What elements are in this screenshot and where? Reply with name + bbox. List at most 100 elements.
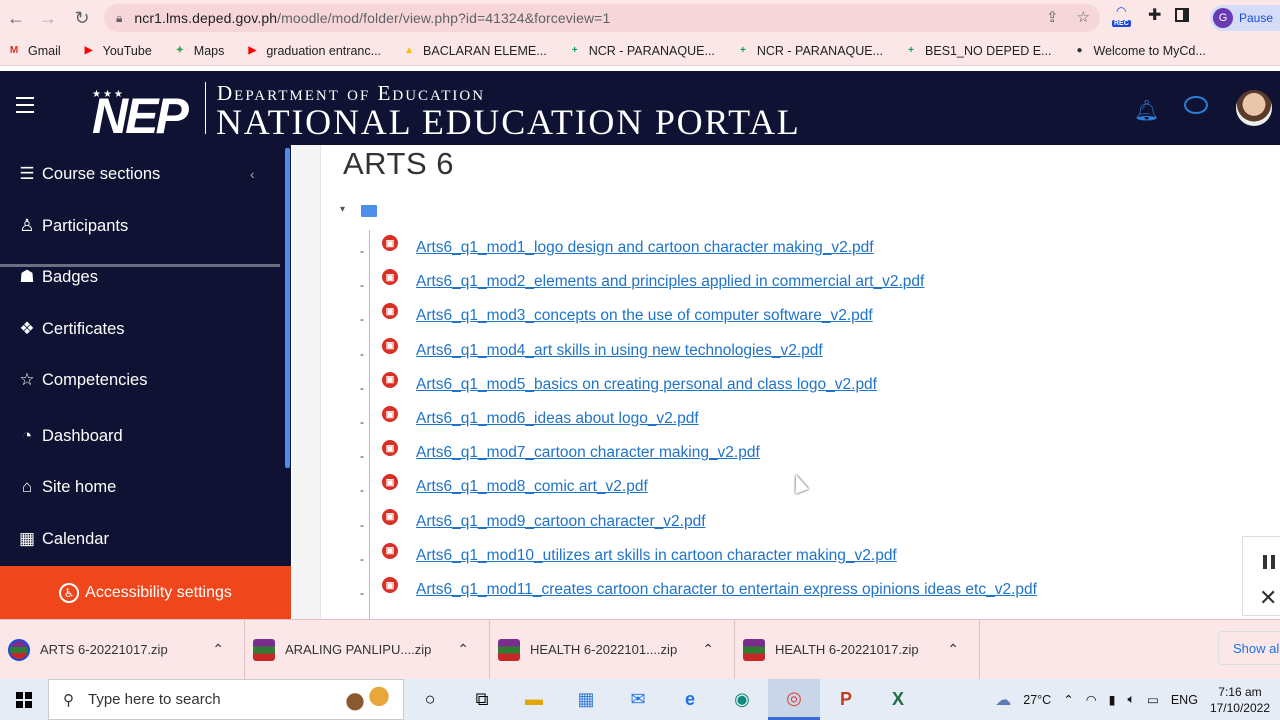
- sidebar-item-badges[interactable]: ☗ Badges: [16, 267, 98, 287]
- file-link[interactable]: Arts6_q1_mod3_concepts on the use of com…: [416, 307, 873, 325]
- powerpoint-icon[interactable]: P: [820, 679, 872, 720]
- sheets-icon: +: [908, 45, 914, 56]
- messages-chat-icon[interactable]: [1184, 96, 1208, 114]
- bookmark-item[interactable]: ● Welcome to MyCd...: [1071, 43, 1205, 59]
- sidebar-item-course-sections[interactable]: ☰ Course sections: [16, 164, 160, 184]
- collapse-sidebar-icon[interactable]: ‹: [250, 166, 255, 182]
- volume-icon[interactable]: 🔈︎: [1128, 692, 1136, 707]
- sidebar-item-dashboard[interactable]: ◔ Dashboard: [16, 426, 123, 446]
- network-icon[interactable]: ▭: [1147, 692, 1159, 707]
- pause-icon[interactable]: [1263, 555, 1275, 569]
- bookmark-item[interactable]: ▶ graduation entranc...: [244, 43, 382, 59]
- bookmark-star-icon[interactable]: ☆: [1077, 8, 1090, 26]
- file-link[interactable]: Arts6_q1_mod7_cartoon character making_v…: [416, 444, 760, 462]
- file-link[interactable]: Arts6_q1_mod1_logo design and cartoon ch…: [416, 239, 874, 257]
- side-panel-icon[interactable]: [1175, 8, 1190, 22]
- sidebar-item-label: Competencies: [42, 370, 148, 389]
- pdf-file-icon[interactable]: ▣: [382, 406, 398, 422]
- bookmark-item[interactable]: ▲ BACLARAN ELEME...: [401, 43, 547, 59]
- pdf-file-icon[interactable]: ▣: [382, 371, 398, 388]
- file-link[interactable]: Arts6_q1_mod5_basics on creating persona…: [416, 376, 877, 394]
- accessibility-settings-button[interactable]: ♿︎ Accessibility settings: [0, 566, 291, 619]
- pdf-file-icon[interactable]: ▣: [382, 508, 398, 525]
- show-hidden-icons-icon[interactable]: ⌃: [1063, 692, 1073, 707]
- download-item[interactable]: ARALING PANLIPU....zip ⌃: [245, 619, 490, 680]
- chrome-icon[interactable]: ◎: [768, 679, 820, 720]
- zip-archive-icon: [253, 638, 275, 661]
- windows-start-icon[interactable]: [0, 679, 48, 720]
- sidebar-item-calendar[interactable]: ▦ Calendar: [16, 529, 109, 549]
- store-icon[interactable]: ▦: [560, 679, 612, 720]
- task-view-icon[interactable]: ⧉: [456, 679, 508, 720]
- bookmark-item[interactable]: + NCR - PARANAQUE...: [735, 43, 883, 59]
- download-item[interactable]: HEALTH 6-2022101....zip ⌃: [490, 619, 735, 680]
- share-icon[interactable]: ⇪: [1046, 8, 1059, 26]
- file-link[interactable]: Arts6_q1_mod11_creates cartoon character…: [416, 581, 1037, 599]
- battery-icon[interactable]: ▮: [1109, 692, 1116, 707]
- pdf-file-icon[interactable]: ▣: [382, 542, 398, 559]
- file-link[interactable]: Arts6_q1_mod2_elements and principles ap…: [416, 273, 924, 291]
- chevron-up-icon[interactable]: ⌃: [702, 641, 714, 658]
- chevron-up-icon[interactable]: ⌃: [457, 641, 469, 658]
- sidebar-item-certificates[interactable]: ❖ Certificates: [16, 319, 124, 339]
- screen-recorder-extension-icon[interactable]: ◠ REC: [1112, 4, 1134, 27]
- user-avatar[interactable]: [1236, 90, 1272, 126]
- bookmark-item[interactable]: + NCR - PARANAQUE...: [567, 43, 715, 59]
- notification-bell-icon[interactable]: 🔔︎: [1134, 98, 1159, 123]
- reload-icon[interactable]: ↻: [66, 0, 98, 36]
- page-title: ARTS 6: [343, 146, 454, 181]
- download-item[interactable]: HEALTH 6-20221017.zip ⌃: [735, 619, 980, 680]
- excel-icon[interactable]: X: [872, 679, 924, 720]
- pdf-file-icon[interactable]: ▣: [382, 235, 398, 251]
- file-row: - ▣ Arts6_q1_mod11_creates cartoon charact…: [360, 577, 1037, 605]
- bookmark-label: YouTube: [102, 43, 152, 58]
- menu-hamburger-icon[interactable]: [16, 97, 34, 118]
- file-link[interactable]: Arts6_q1_mod10_utilizes art skills in ca…: [416, 547, 897, 565]
- sidebar-item-participants[interactable]: ♙ Participants: [16, 216, 128, 236]
- show-all-downloads-button[interactable]: Show all: [1218, 631, 1280, 665]
- sheets-icon: +: [739, 45, 746, 56]
- mail-icon[interactable]: ✉: [612, 679, 664, 720]
- language-indicator[interactable]: ENG: [1171, 693, 1198, 707]
- chevron-up-icon[interactable]: ⌃: [212, 641, 224, 658]
- sidebar-item-competencies[interactable]: ☆ Competencies: [16, 370, 147, 390]
- file-row: - ▣ Arts6_q1_mod6_ideas about logo_v2.pdf: [360, 406, 699, 434]
- bookmark-item[interactable]: M Gmail: [6, 43, 61, 59]
- drive-icon: ▲: [404, 45, 414, 56]
- pdf-file-icon[interactable]: ▣: [382, 577, 398, 593]
- bookmark-label: Maps: [193, 43, 225, 58]
- weather-cloud-icon[interactable]: ☁: [995, 690, 1011, 710]
- sidebar-scrollbar-thumb[interactable]: [285, 148, 290, 468]
- internet-explorer-icon[interactable]: e: [664, 679, 716, 720]
- tree-branch: -: [360, 449, 364, 464]
- file-link[interactable]: Arts6_q1_mod4_art skills in using new te…: [416, 342, 823, 360]
- sidebar-item-label: Calendar: [42, 529, 109, 548]
- bookmark-item[interactable]: ▶ YouTube: [81, 43, 152, 59]
- clock[interactable]: 7:16 am 17/10/2022: [1210, 684, 1270, 716]
- file-explorer-icon[interactable]: ▬: [508, 679, 560, 720]
- taskbar-search-input[interactable]: ⚲ Type here to search: [48, 679, 404, 720]
- folder-toggle-icon[interactable]: ▾: [340, 204, 345, 215]
- bookmark-item[interactable]: ✦ Maps: [172, 43, 225, 59]
- download-item[interactable]: ARTS 6-20221017.zip ⌃: [0, 619, 245, 680]
- sidebar-item-site-home[interactable]: ⌂ Site home: [16, 477, 116, 497]
- back-icon[interactable]: ←: [0, 0, 32, 36]
- temperature[interactable]: 27°C: [1023, 693, 1051, 707]
- download-filename: HEALTH 6-20221017.zip: [775, 642, 919, 657]
- close-icon[interactable]: ✕: [1259, 585, 1277, 611]
- file-link[interactable]: Arts6_q1_mod8_comic art_v2.pdf: [416, 478, 648, 496]
- edge-icon[interactable]: ◉: [716, 679, 768, 720]
- profile-button[interactable]: G Pause: [1210, 5, 1280, 31]
- forward-icon[interactable]: →: [32, 0, 64, 36]
- address-bar[interactable]: 🔒︎ ncr1.lms.deped.gov.ph/moodle/mod/fold…: [104, 4, 1100, 32]
- cortana-icon[interactable]: ○: [404, 679, 456, 720]
- file-link[interactable]: Arts6_q1_mod6_ideas about logo_v2.pdf: [416, 410, 699, 428]
- extensions-puzzle-icon[interactable]: ✚: [1148, 5, 1161, 25]
- wifi-icon[interactable]: ◠: [1086, 692, 1097, 707]
- pdf-file-icon[interactable]: ▣: [382, 337, 398, 354]
- bookmark-item[interactable]: + BES1_NO DEPED E...: [903, 43, 1051, 59]
- badge-icon: ☗: [19, 267, 35, 286]
- chevron-up-icon[interactable]: ⌃: [947, 641, 959, 658]
- file-row: - ▣ Arts6_q1_mod8_comic art_v2.pdf: [360, 474, 648, 502]
- file-link[interactable]: Arts6_q1_mod9_cartoon character_v2.pdf: [416, 513, 706, 531]
